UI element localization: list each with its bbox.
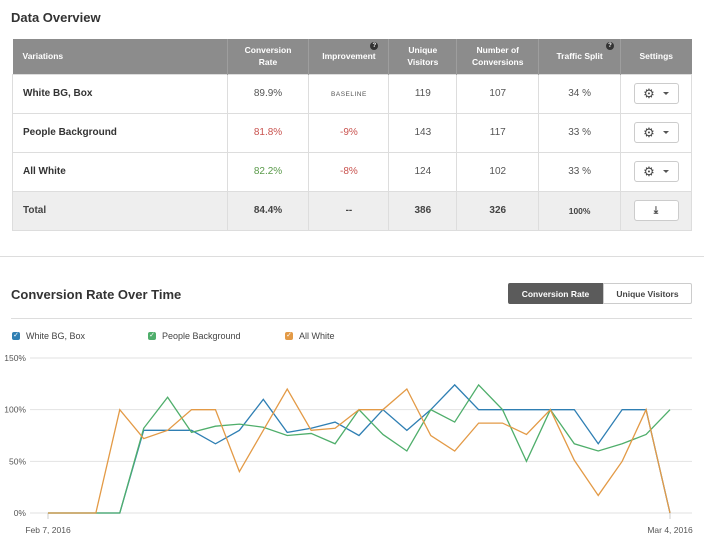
variation-name: People Background — [12, 112, 228, 153]
improvement: -8% — [308, 151, 390, 192]
column-header-traffic-split: Traffic Split? — [538, 39, 622, 74]
traffic-split: 34 % — [538, 73, 622, 114]
table-row: People Background 81.8% -9% 143 117 33 % ⚙ — [12, 112, 692, 153]
y-tick-label: 0% — [14, 508, 27, 518]
legend-label: White BG, Box — [26, 331, 86, 341]
total-conversions: 326 — [456, 190, 540, 231]
conversion-rate-chart: 0% 50% 100% 150% Feb 7, 2016 Mar 4, 2016 — [4, 353, 693, 535]
unique-visitors: 124 — [388, 151, 458, 192]
conversion-rate-tab[interactable]: Conversion Rate — [508, 283, 603, 304]
total-conversion-rate: 84.4% — [226, 190, 310, 231]
download-button[interactable]: ⤓ — [633, 200, 679, 221]
conversions: 117 — [456, 112, 540, 153]
x-end-label: Mar 4, 2016 — [647, 525, 693, 535]
column-header-number-of-conversions: Number of Conversions — [456, 39, 540, 74]
help-icon[interactable]: ? — [370, 42, 379, 50]
baseline-label: BASELINE — [331, 91, 367, 98]
total-improvement: -- — [308, 190, 390, 231]
conversion-rate: 89.9% — [226, 73, 310, 114]
conversions: 107 — [456, 73, 540, 114]
unique-visitors: 143 — [388, 112, 458, 153]
improvement-value: -9% — [340, 127, 358, 138]
section-divider — [0, 256, 704, 257]
legend-item[interactable]: ✓ All White — [285, 331, 335, 341]
download-cell: ⤓ — [620, 190, 692, 231]
settings-cell: ⚙ — [620, 73, 692, 114]
improvement: -9% — [308, 112, 390, 153]
checkbox-icon[interactable]: ✓ — [148, 332, 156, 340]
column-header-unique-visitors: Unique Visitors — [388, 39, 458, 74]
traffic-split: 33 % — [538, 151, 622, 192]
conversions: 102 — [456, 151, 540, 192]
unique-visitors-tab[interactable]: Unique Visitors — [603, 283, 692, 304]
column-header-variations: Variations — [12, 39, 228, 74]
caret-down-icon — [662, 92, 669, 95]
series-line-white-bg-box — [48, 383, 671, 514]
y-tick-label: 100% — [4, 405, 26, 415]
variation-name: All White — [12, 151, 228, 192]
y-tick-label: 50% — [9, 456, 26, 466]
variation-name: White BG, Box — [12, 73, 228, 114]
table-row: White BG, Box 89.9% BASELINE 119 107 34 % ⚙ — [12, 73, 692, 114]
chart-divider — [11, 318, 692, 319]
settings-dropdown-button[interactable]: ⚙ — [633, 161, 679, 182]
series-line-all-white — [48, 387, 671, 514]
caret-down-icon — [662, 131, 669, 134]
traffic-split: 33 % — [538, 112, 622, 153]
settings-dropdown-button[interactable]: ⚙ — [633, 83, 679, 104]
chart-title: Conversion Rate Over Time — [11, 287, 182, 302]
help-icon[interactable]: ? — [606, 42, 615, 50]
gear-icon: ⚙ — [643, 86, 655, 101]
legend-label: All White — [299, 331, 335, 341]
conversion-rate: 82.2% — [226, 151, 310, 192]
table-row: All White 82.2% -8% 124 102 33 % ⚙ — [12, 151, 692, 192]
caret-down-icon — [662, 170, 669, 173]
gear-icon: ⚙ — [643, 164, 655, 179]
table-header: Variations Conversion Rate Improvement? Uniq… — [12, 39, 692, 74]
metric-toggle: Conversion Rate Unique Visitors — [508, 283, 692, 304]
settings-cell: ⚙ — [620, 151, 692, 192]
total-row: Total 84.4% -- 386 326 100% ⤓ — [12, 190, 692, 231]
legend-item[interactable]: ✓ People Background — [148, 331, 241, 341]
column-header-conversion-rate: Conversion Rate — [227, 39, 310, 74]
variations-table: Variations Conversion Rate Improvement? Uniq… — [12, 39, 692, 231]
download-icon: ⤓ — [653, 205, 659, 216]
conversion-rate: 81.8% — [226, 112, 310, 153]
column-header-settings: Settings — [620, 39, 692, 74]
x-start-label: Feb 7, 2016 — [25, 525, 71, 535]
data-overview-title: Data Overview — [11, 10, 101, 25]
legend-item[interactable]: ✓ White BG, Box — [12, 331, 85, 341]
column-header-improvement: Improvement? — [308, 39, 390, 74]
y-tick-label: 150% — [4, 353, 26, 363]
improvement: BASELINE — [308, 73, 390, 114]
total-label: Total — [12, 190, 228, 231]
settings-cell: ⚙ — [620, 112, 692, 153]
settings-dropdown-button[interactable]: ⚙ — [633, 122, 679, 143]
unique-visitors: 119 — [388, 73, 458, 114]
improvement-value: -8% — [340, 166, 358, 177]
gear-icon: ⚙ — [643, 125, 655, 140]
series-line-people-background — [48, 383, 671, 514]
checkbox-icon[interactable]: ✓ — [285, 332, 293, 340]
total-visitors: 386 — [388, 190, 458, 231]
total-split: 100% — [538, 190, 622, 231]
legend-label: People Background — [162, 331, 241, 341]
checkbox-icon[interactable]: ✓ — [12, 332, 20, 340]
